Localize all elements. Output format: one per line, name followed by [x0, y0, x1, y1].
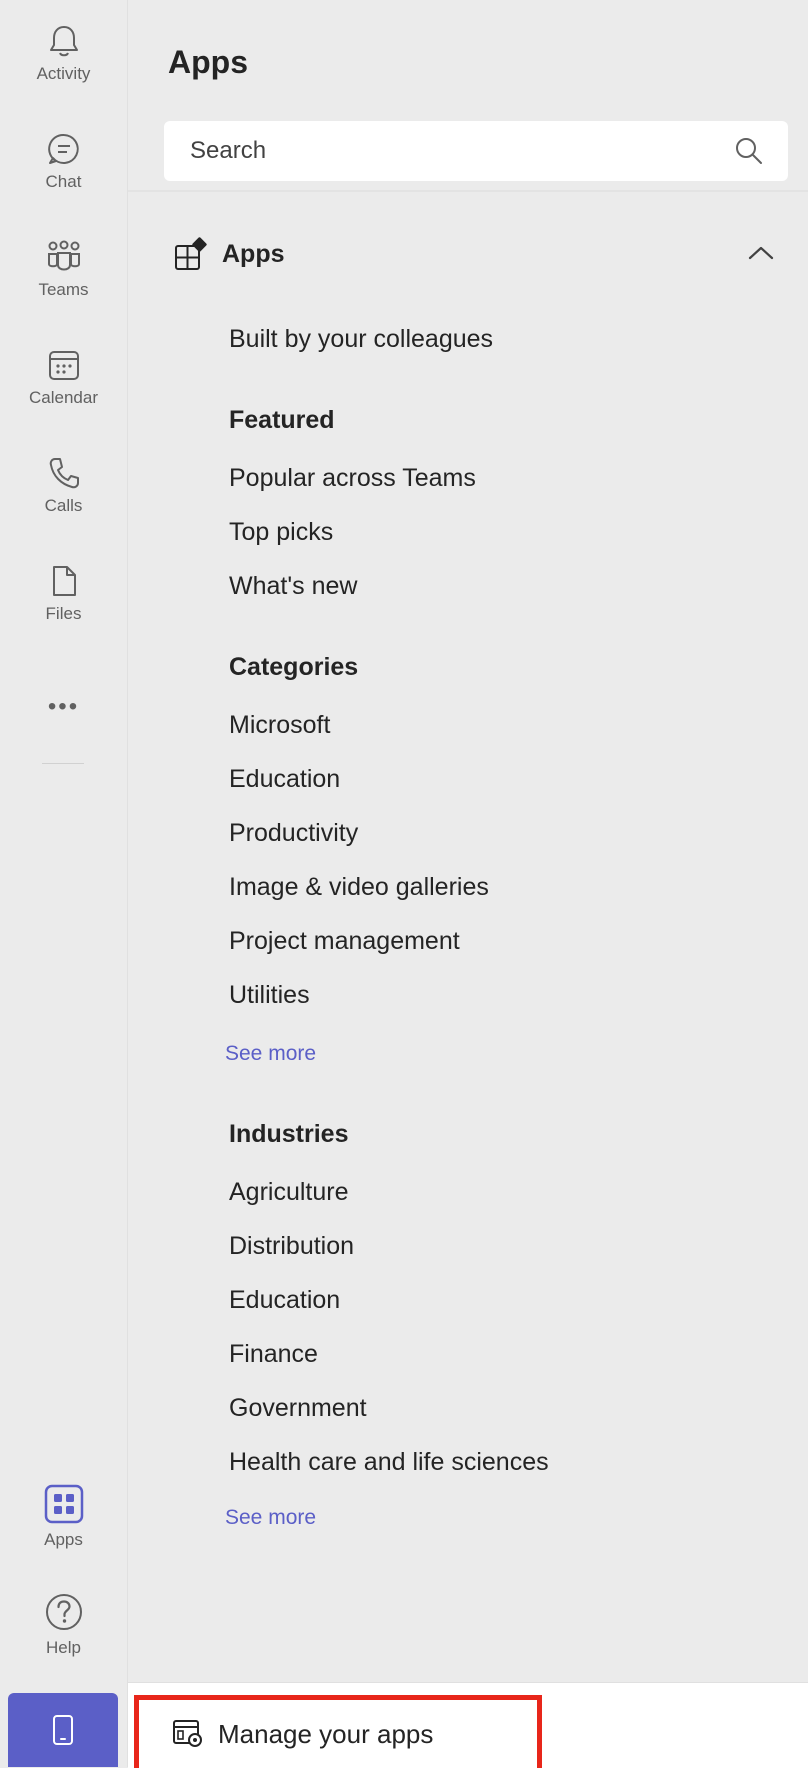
see-more-categories-link[interactable]: See more [225, 1042, 316, 1066]
nav-item[interactable]: Education [229, 765, 340, 794]
nav-group-featured: Featured [229, 406, 335, 434]
search-icon[interactable] [734, 136, 764, 166]
manage-apps-label: Manage your apps [218, 1718, 434, 1749]
rail-label: Activity [36, 64, 91, 83]
nav-item[interactable]: Top picks [229, 518, 333, 547]
chat-icon [47, 133, 79, 164]
nav-item[interactable]: Project management [229, 927, 460, 956]
rail-item-apps[interactable]: Apps [0, 1484, 127, 1584]
rail-label: Files [45, 604, 82, 623]
nav-group-categories: Categories [229, 653, 359, 681]
chevron-up-icon[interactable] [748, 244, 774, 262]
nav-item[interactable]: Microsoft [229, 711, 330, 740]
more-apps-button[interactable]: ••• [0, 693, 127, 721]
bell-icon [49, 26, 78, 57]
nav-item-built-by-colleagues[interactable]: Built by your colleagues [229, 325, 493, 354]
search-box[interactable] [164, 121, 788, 181]
mobile-app-button[interactable] [8, 1693, 118, 1767]
divider [128, 190, 808, 192]
nav-item[interactable]: Finance [229, 1340, 318, 1369]
mobile-phone-icon [53, 1715, 73, 1745]
search-input[interactable] [188, 136, 712, 166]
rail-item-calendar[interactable]: Calendar [0, 348, 127, 448]
nav-item[interactable]: Agriculture [229, 1178, 349, 1207]
see-more-industries-link[interactable]: See more [225, 1506, 316, 1530]
rail-label: Teams [38, 280, 89, 299]
apps-store-icon [175, 237, 207, 270]
rail-item-chat[interactable]: Chat [0, 132, 127, 232]
rail-item-help[interactable]: Help [0, 1592, 127, 1692]
help-icon [45, 1594, 82, 1630]
rail-label: Apps [44, 1530, 83, 1549]
manage-your-apps-button[interactable]: Manage your apps [134, 1695, 542, 1768]
nav-item[interactable]: Popular across Teams [229, 464, 476, 493]
nav-item[interactable]: Education [229, 1286, 340, 1315]
teams-icon [47, 240, 80, 271]
section-title: Apps [222, 239, 285, 268]
file-icon [52, 566, 76, 596]
rail-label: Chat [45, 172, 82, 191]
nav-item[interactable]: Image & video galleries [229, 873, 489, 902]
nav-item[interactable]: Government [229, 1394, 367, 1423]
rail-label: Help [46, 1638, 81, 1657]
rail-item-calls[interactable]: Calls [0, 456, 127, 556]
rail-divider [42, 763, 84, 764]
phone-icon [49, 458, 79, 489]
rail-item-files[interactable]: Files [0, 564, 127, 664]
apps-panel: Apps Apps Built by your colleagues Featu… [128, 0, 808, 1767]
manage-apps-icon [173, 1720, 202, 1747]
apps-icon [44, 1484, 83, 1524]
nav-item[interactable]: What's new [229, 572, 357, 601]
apps-section-header[interactable]: Apps [174, 230, 774, 278]
panel-footer: Manage your apps [128, 1682, 808, 1768]
calendar-icon [48, 351, 79, 380]
rail-item-activity[interactable]: Activity [0, 24, 127, 124]
rail-label: Calls [44, 496, 83, 515]
rail-item-teams[interactable]: Teams [0, 240, 127, 340]
rail-label: Calendar [29, 388, 98, 407]
app-rail: Activity Chat Teams Calendar Calls Files… [0, 0, 128, 1767]
nav-group-industries: Industries [229, 1120, 349, 1148]
nav-item[interactable]: Productivity [229, 819, 358, 848]
nav-item[interactable]: Utilities [229, 981, 310, 1010]
nav-item[interactable]: Distribution [229, 1232, 354, 1261]
nav-item[interactable]: Health care and life sciences [229, 1448, 549, 1477]
page-title: Apps [168, 44, 248, 80]
